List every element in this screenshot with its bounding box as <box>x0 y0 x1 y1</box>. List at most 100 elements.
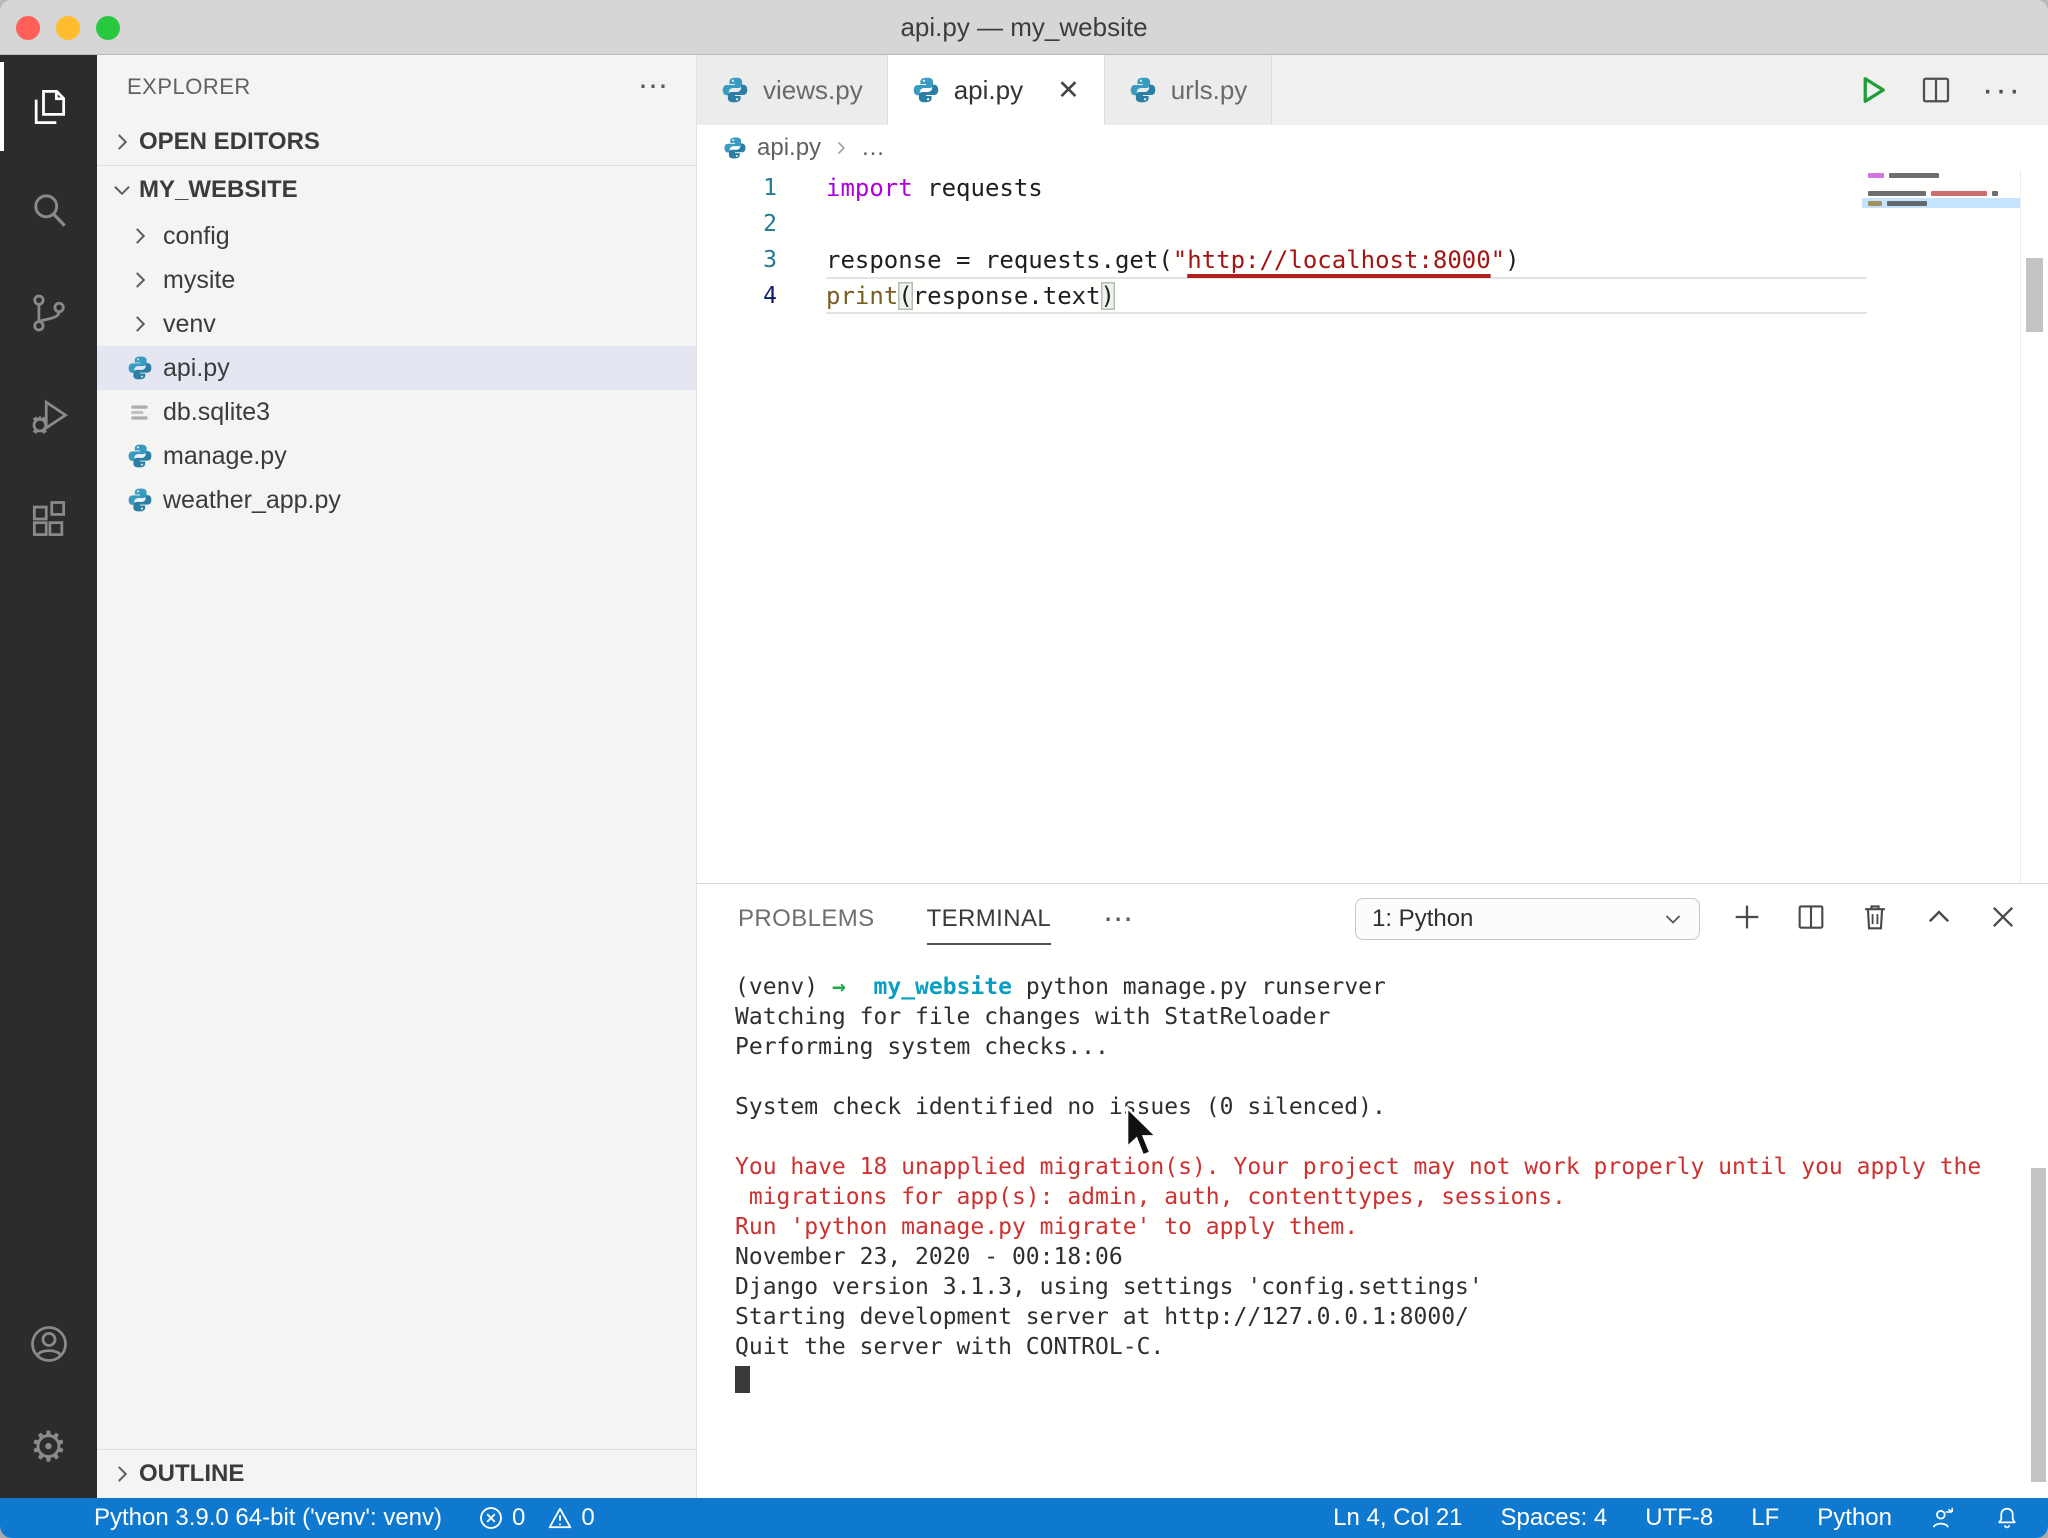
close-icon <box>1986 900 2020 934</box>
explorer-header: EXPLORER ⋯ <box>97 55 696 119</box>
tree-item-mysite[interactable]: mysite <box>97 258 696 302</box>
tab-label: views.py <box>763 75 863 106</box>
open-editors-section[interactable]: OPEN EDITORS <box>97 119 696 165</box>
interpreter-label: Python 3.9.0 64-bit ('venv': venv) <box>94 1504 442 1532</box>
activity-source-control[interactable] <box>0 261 97 364</box>
python-interpreter-status[interactable]: Python 3.9.0 64-bit ('venv': venv) <box>94 1504 442 1532</box>
close-panel-button[interactable] <box>1986 900 2020 939</box>
tree-item-db-sqlite3[interactable]: db.sqlite3 <box>97 390 696 434</box>
python-file-icon <box>127 487 153 513</box>
error-count: 0 <box>512 1504 525 1532</box>
tab-api-py[interactable]: api.py✕ <box>888 55 1105 125</box>
breadcrumb-more[interactable]: … <box>861 134 885 162</box>
tree-item-venv[interactable]: venv <box>97 302 696 346</box>
tab-bar: views.py api.py✕urls.py ··· <box>697 55 2048 125</box>
breadcrumb-file[interactable]: api.py <box>757 134 821 162</box>
panel-more-button[interactable]: ⋯ <box>1103 902 1133 937</box>
terminal-line: migrations for app(s): admin, auth, cont… <box>735 1184 2048 1214</box>
new-terminal-button[interactable] <box>1730 900 1764 939</box>
python-file-icon <box>127 355 153 381</box>
code-line-3: 3response = requests.get("http://localho… <box>697 242 1848 278</box>
breadcrumb[interactable]: api.py … <box>697 125 2048 170</box>
error-icon <box>478 1505 504 1531</box>
terminal-shell-select[interactable]: 1: Python <box>1355 898 1700 940</box>
chevron-right-icon <box>127 267 153 293</box>
activity-explorer[interactable] <box>0 55 97 158</box>
encoding-status[interactable]: UTF-8 <box>1645 1504 1713 1532</box>
workspace-section[interactable]: MY_WEBSITE <box>97 166 696 214</box>
source-control-icon <box>27 291 71 335</box>
line-number: 2 <box>697 211 777 237</box>
outline-section[interactable]: OUTLINE <box>97 1450 696 1498</box>
status-bar: Python 3.9.0 64-bit ('venv': venv) 0 0 L… <box>0 1498 2048 1538</box>
code-editor[interactable]: 1import requests23response = requests.ge… <box>697 170 2048 883</box>
editor-scrollbar[interactable] <box>2020 170 2048 883</box>
more-actions-button[interactable]: ··· <box>1982 71 2022 110</box>
minimap[interactable] <box>1862 170 2020 883</box>
open-editors-label: OPEN EDITORS <box>139 128 320 156</box>
terminal-line: November 23, 2020 - 00:18:06 <box>735 1244 2048 1274</box>
problems-status[interactable]: 0 0 <box>478 1504 595 1532</box>
chevron-right-icon <box>109 1461 135 1487</box>
eol-status[interactable]: LF <box>1751 1504 1779 1532</box>
terminal-scrollbar-thumb[interactable] <box>2031 1168 2046 1482</box>
notifications-button[interactable] <box>1994 1505 2020 1531</box>
terminal-line: System check identified no issues (0 sil… <box>735 1094 2048 1124</box>
terminal-line: You have 18 unapplied migration(s). Your… <box>735 1154 2048 1184</box>
editor-scrollbar-thumb[interactable] <box>2026 258 2043 332</box>
code-text: import requests <box>777 174 1043 202</box>
extensions-icon <box>27 497 71 541</box>
run-debug-icon <box>27 394 71 438</box>
file-tree: config mysitevenvapi.pydb.sqlite3manage.p… <box>97 214 696 522</box>
terminal-line: (venv) → my_website python manage.py run… <box>735 974 2048 1004</box>
close-tab-button[interactable]: ✕ <box>1057 77 1080 104</box>
files-icon <box>27 85 71 129</box>
indentation-status[interactable]: Spaces: 4 <box>1501 1504 1608 1532</box>
title-bar: api.py — my_website <box>0 0 2048 55</box>
python-file-icon <box>1129 76 1157 104</box>
activity-account[interactable] <box>0 1292 97 1395</box>
tab-views-py[interactable]: views.py <box>697 55 888 125</box>
tree-item-label: config <box>163 222 230 251</box>
code-content: 1import requests23response = requests.ge… <box>697 170 1848 314</box>
chevron-down-icon <box>1661 907 1685 931</box>
close-window-button[interactable] <box>16 16 40 40</box>
trash-icon <box>1858 900 1892 934</box>
activity-extensions[interactable] <box>0 467 97 570</box>
activity-run-debug[interactable] <box>0 364 97 467</box>
chevron-right-icon <box>127 223 153 249</box>
language-mode-status[interactable]: Python <box>1817 1504 1892 1532</box>
python-file-icon <box>721 76 749 104</box>
terminal-line <box>735 1064 2048 1094</box>
feedback-button[interactable] <box>1930 1505 1956 1531</box>
terminal-line: Run 'python manage.py migrate' to apply … <box>735 1214 2048 1244</box>
minimize-window-button[interactable] <box>56 16 80 40</box>
cursor-position-status[interactable]: Ln 4, Col 21 <box>1333 1504 1462 1532</box>
split-editor-button[interactable] <box>1918 72 1954 108</box>
run-python-file-button[interactable] <box>1854 72 1890 108</box>
terminal-line <box>735 1124 2048 1154</box>
plus-icon <box>1730 900 1764 934</box>
tree-item-manage-py[interactable]: manage.py <box>97 434 696 478</box>
terminal-output[interactable]: (venv) → my_website python manage.py run… <box>697 954 2048 1393</box>
chevron-up-icon <box>1922 900 1956 934</box>
maximize-panel-button[interactable] <box>1922 900 1956 939</box>
code-line-2: 2 <box>697 206 1848 242</box>
tree-item-config[interactable]: config <box>97 214 696 258</box>
tab-urls-py[interactable]: urls.py <box>1105 55 1273 125</box>
zoom-window-button[interactable] <box>96 16 120 40</box>
tree-item-api-py[interactable]: api.py <box>97 346 696 390</box>
activity-search[interactable] <box>0 158 97 261</box>
terminal-line: Quit the server with CONTROL-C. <box>735 1334 2048 1364</box>
tab-problems[interactable]: PROBLEMS <box>738 905 875 933</box>
tree-item-label: weather_app.py <box>163 486 341 515</box>
activity-settings[interactable]: ⚙ <box>0 1395 97 1498</box>
vscode-window: api.py — my_website ⚙ EXPLORER ⋯ OPEN ED… <box>0 0 2048 1538</box>
code-text: response = requests.get("http://localhos… <box>777 246 1520 274</box>
split-terminal-button[interactable] <box>1794 900 1828 939</box>
gear-icon: ⚙ <box>30 1426 68 1468</box>
tab-terminal[interactable]: TERMINAL <box>927 905 1052 933</box>
terminal-line: Django version 3.1.3, using settings 'co… <box>735 1274 2048 1304</box>
tree-item-weather-app-py[interactable]: weather_app.py <box>97 478 696 522</box>
kill-terminal-button[interactable] <box>1858 900 1892 939</box>
